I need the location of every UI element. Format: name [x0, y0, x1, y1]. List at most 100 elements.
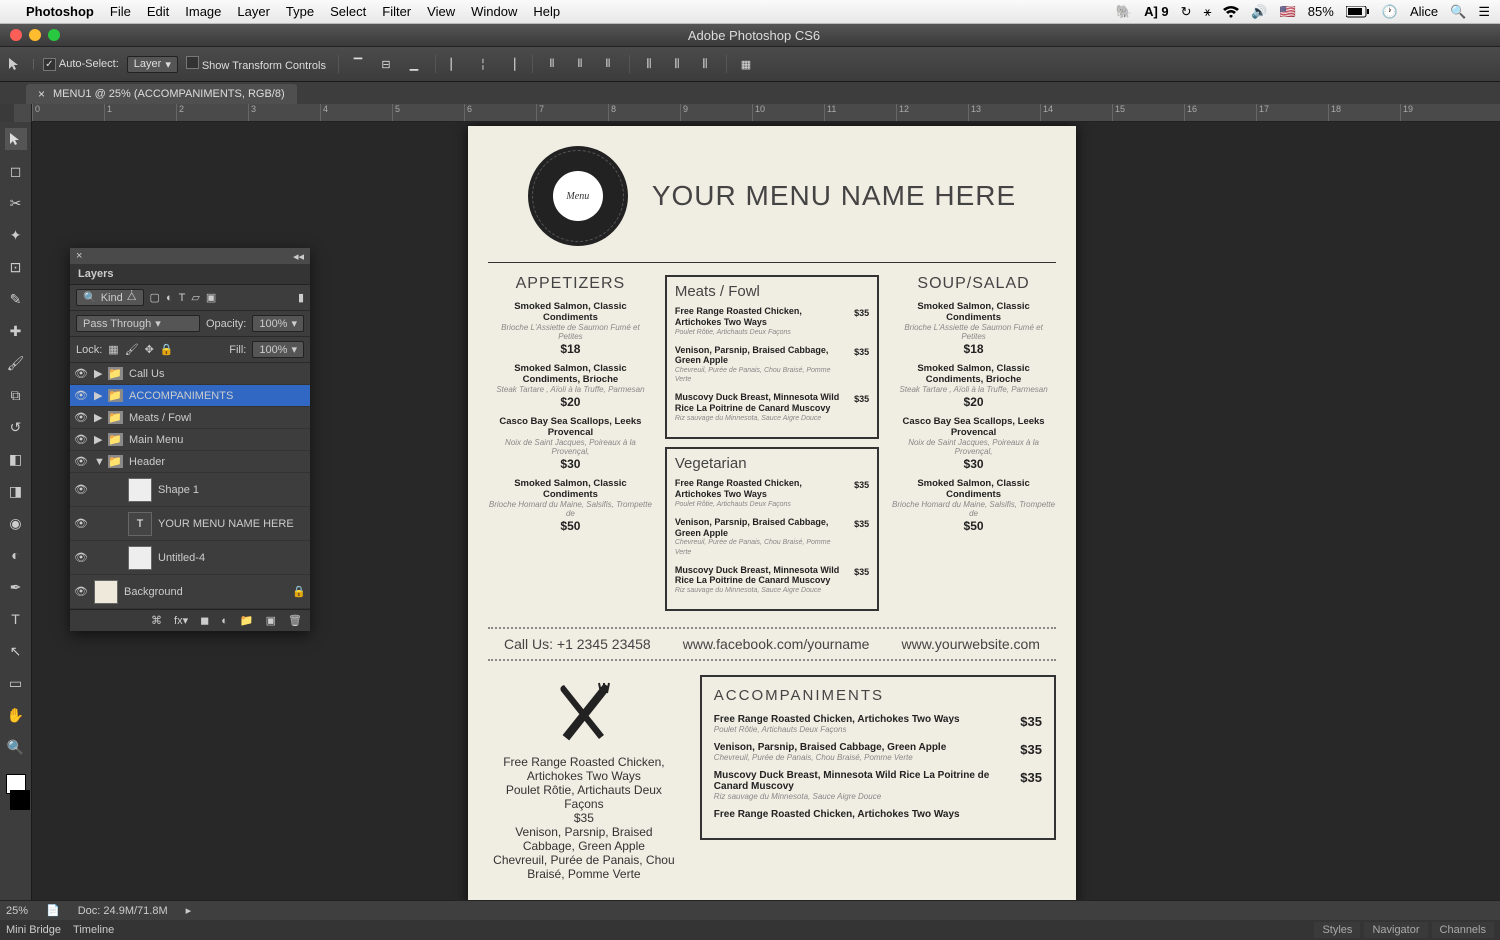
- dodge-tool[interactable]: ◐: [5, 544, 27, 566]
- pen-tool[interactable]: ✒: [5, 576, 27, 598]
- bluetooth-icon[interactable]: ⚹: [1204, 4, 1212, 20]
- auto-select-checkbox[interactable]: Auto-Select:: [43, 58, 119, 71]
- auto-align-icon[interactable]: ▦: [737, 55, 755, 73]
- menu-window[interactable]: Window: [471, 4, 517, 19]
- minimize-button[interactable]: [29, 29, 41, 41]
- dist-right-icon[interactable]: ⫼: [696, 55, 714, 73]
- align-bottom-icon[interactable]: ▁: [405, 55, 423, 73]
- close-button[interactable]: [10, 29, 22, 41]
- shape-tool[interactable]: ▭: [5, 672, 27, 694]
- eyedropper-tool[interactable]: ✎: [5, 288, 27, 310]
- dist-left-icon[interactable]: ⫼: [640, 55, 658, 73]
- doc-info-arrow[interactable]: ▸: [186, 904, 192, 917]
- navigator-tab[interactable]: Navigator: [1364, 922, 1427, 938]
- heal-tool[interactable]: ✚: [5, 320, 27, 342]
- stamp-tool[interactable]: ⧉: [5, 384, 27, 406]
- menu-filter[interactable]: Filter: [382, 4, 411, 19]
- timeline-tab[interactable]: Timeline: [73, 924, 114, 936]
- app-name[interactable]: Photoshop: [26, 4, 94, 19]
- menu-image[interactable]: Image: [185, 4, 221, 19]
- dist-vcenter-icon[interactable]: ⫴: [571, 55, 589, 73]
- close-tab-icon[interactable]: ×: [38, 87, 45, 101]
- layers-tab[interactable]: Layers: [70, 264, 310, 285]
- layer-row[interactable]: 👁▼📁Header: [70, 451, 310, 473]
- adobe-icon[interactable]: A] 9: [1144, 4, 1169, 19]
- fx-icon[interactable]: fx▾: [174, 614, 188, 627]
- wand-tool[interactable]: ✦: [5, 224, 27, 246]
- layer-row[interactable]: 👁Background🔒: [70, 575, 310, 609]
- new-layer-icon[interactable]: ▣: [266, 614, 276, 627]
- filter-adjust-icon[interactable]: ◐: [166, 292, 173, 304]
- doc-info-icon[interactable]: 📄: [46, 904, 60, 917]
- mask-icon[interactable]: ◼: [200, 614, 209, 627]
- history-brush-tool[interactable]: ↺: [5, 416, 27, 438]
- styles-tab[interactable]: Styles: [1314, 922, 1360, 938]
- brush-tool[interactable]: 🖌: [5, 352, 27, 374]
- volume-icon[interactable]: 🔊: [1251, 4, 1267, 20]
- lock-position-icon[interactable]: ✥: [145, 343, 154, 356]
- lock-pixels-icon[interactable]: 🖌: [125, 343, 139, 356]
- background-swatch[interactable]: [10, 790, 30, 810]
- menu-help[interactable]: Help: [533, 4, 560, 19]
- layer-row[interactable]: 👁▶📁Main Menu: [70, 429, 310, 451]
- list-icon[interactable]: ☰: [1478, 4, 1490, 20]
- hand-tool[interactable]: ✋: [5, 704, 27, 726]
- move-tool[interactable]: [5, 128, 27, 150]
- dist-hcenter-icon[interactable]: ⫼: [668, 55, 686, 73]
- blend-mode[interactable]: Pass Through ▾: [76, 315, 200, 332]
- channels-tab[interactable]: Channels: [1432, 922, 1494, 938]
- zoom-tool[interactable]: 🔍: [5, 736, 27, 758]
- close-panel-icon[interactable]: ×: [76, 250, 82, 262]
- align-top-icon[interactable]: ▔: [349, 55, 367, 73]
- search-icon[interactable]: 🔍: [1450, 4, 1466, 20]
- layer-row[interactable]: 👁Untitled-4: [70, 541, 310, 575]
- fill-input[interactable]: 100% ▾: [252, 341, 304, 358]
- menu-file[interactable]: File: [110, 4, 131, 19]
- align-vcenter-icon[interactable]: ⊟: [377, 55, 395, 73]
- user-name[interactable]: Alice: [1410, 4, 1438, 19]
- dist-bottom-icon[interactable]: ⫴: [599, 55, 617, 73]
- layer-row[interactable]: 👁▶📁ACCOMPANIMENTS: [70, 385, 310, 407]
- link-layers-icon[interactable]: ⌘: [151, 614, 162, 627]
- sync-icon[interactable]: ↻: [1181, 4, 1192, 20]
- lock-transparency-icon[interactable]: ▦: [108, 343, 118, 356]
- adjustment-icon[interactable]: ◐: [221, 615, 228, 627]
- filter-pixel-icon[interactable]: ▢: [150, 291, 160, 304]
- align-right-icon[interactable]: ▕: [502, 55, 520, 73]
- filter-type-icon[interactable]: T: [179, 292, 186, 304]
- document-canvas[interactable]: Menu YOUR MENU NAME HERE APPETIZERS Smok…: [468, 126, 1076, 906]
- menu-layer[interactable]: Layer: [237, 4, 270, 19]
- lasso-tool[interactable]: ✂: [5, 192, 27, 214]
- layer-row[interactable]: 👁Shape 1: [70, 473, 310, 507]
- elephant-icon[interactable]: 🐘: [1116, 4, 1132, 20]
- document-tab[interactable]: × MENU1 @ 25% (ACCOMPANIMENTS, RGB/8): [26, 84, 297, 104]
- type-tool[interactable]: T: [5, 608, 27, 630]
- filter-kind[interactable]: 🔍 Kind ⧊: [76, 289, 144, 306]
- layer-row[interactable]: 👁TYOUR MENU NAME HERE: [70, 507, 310, 541]
- show-transform-checkbox[interactable]: Show Transform Controls: [186, 56, 326, 72]
- wifi-icon[interactable]: [1223, 6, 1239, 18]
- opacity-input[interactable]: 100% ▾: [252, 315, 304, 332]
- path-tool[interactable]: ↖: [5, 640, 27, 662]
- layers-panel[interactable]: ×◂◂ Layers 🔍 Kind ⧊ ▢ ◐ T ▱ ▣ ▮ Pass Thr…: [70, 248, 310, 631]
- dist-top-icon[interactable]: ⫴: [543, 55, 561, 73]
- filter-toggle[interactable]: ▮: [298, 291, 304, 304]
- marquee-tool[interactable]: ◻: [5, 160, 27, 182]
- auto-select-target[interactable]: Layer ▾: [127, 56, 178, 73]
- zoom-value[interactable]: 25%: [6, 905, 28, 917]
- menu-select[interactable]: Select: [330, 4, 366, 19]
- menu-view[interactable]: View: [427, 4, 455, 19]
- zoom-button[interactable]: [48, 29, 60, 41]
- ruler-horizontal[interactable]: 012345678910111213141516171819: [32, 104, 1500, 122]
- eraser-tool[interactable]: ◧: [5, 448, 27, 470]
- menu-type[interactable]: Type: [286, 4, 314, 19]
- group-icon[interactable]: 📁: [240, 614, 254, 627]
- filter-smart-icon[interactable]: ▣: [206, 291, 216, 304]
- lock-all-icon[interactable]: 🔒: [160, 343, 174, 356]
- layer-row[interactable]: 👁▶📁Meats / Fowl: [70, 407, 310, 429]
- delete-layer-icon[interactable]: 🗑: [288, 614, 302, 627]
- clock-icon[interactable]: 🕐: [1382, 4, 1398, 20]
- flag-icon[interactable]: 🇺🇸: [1280, 4, 1296, 20]
- layer-row[interactable]: 👁▶📁Call Us: [70, 363, 310, 385]
- align-hcenter-icon[interactable]: ╎: [474, 55, 492, 73]
